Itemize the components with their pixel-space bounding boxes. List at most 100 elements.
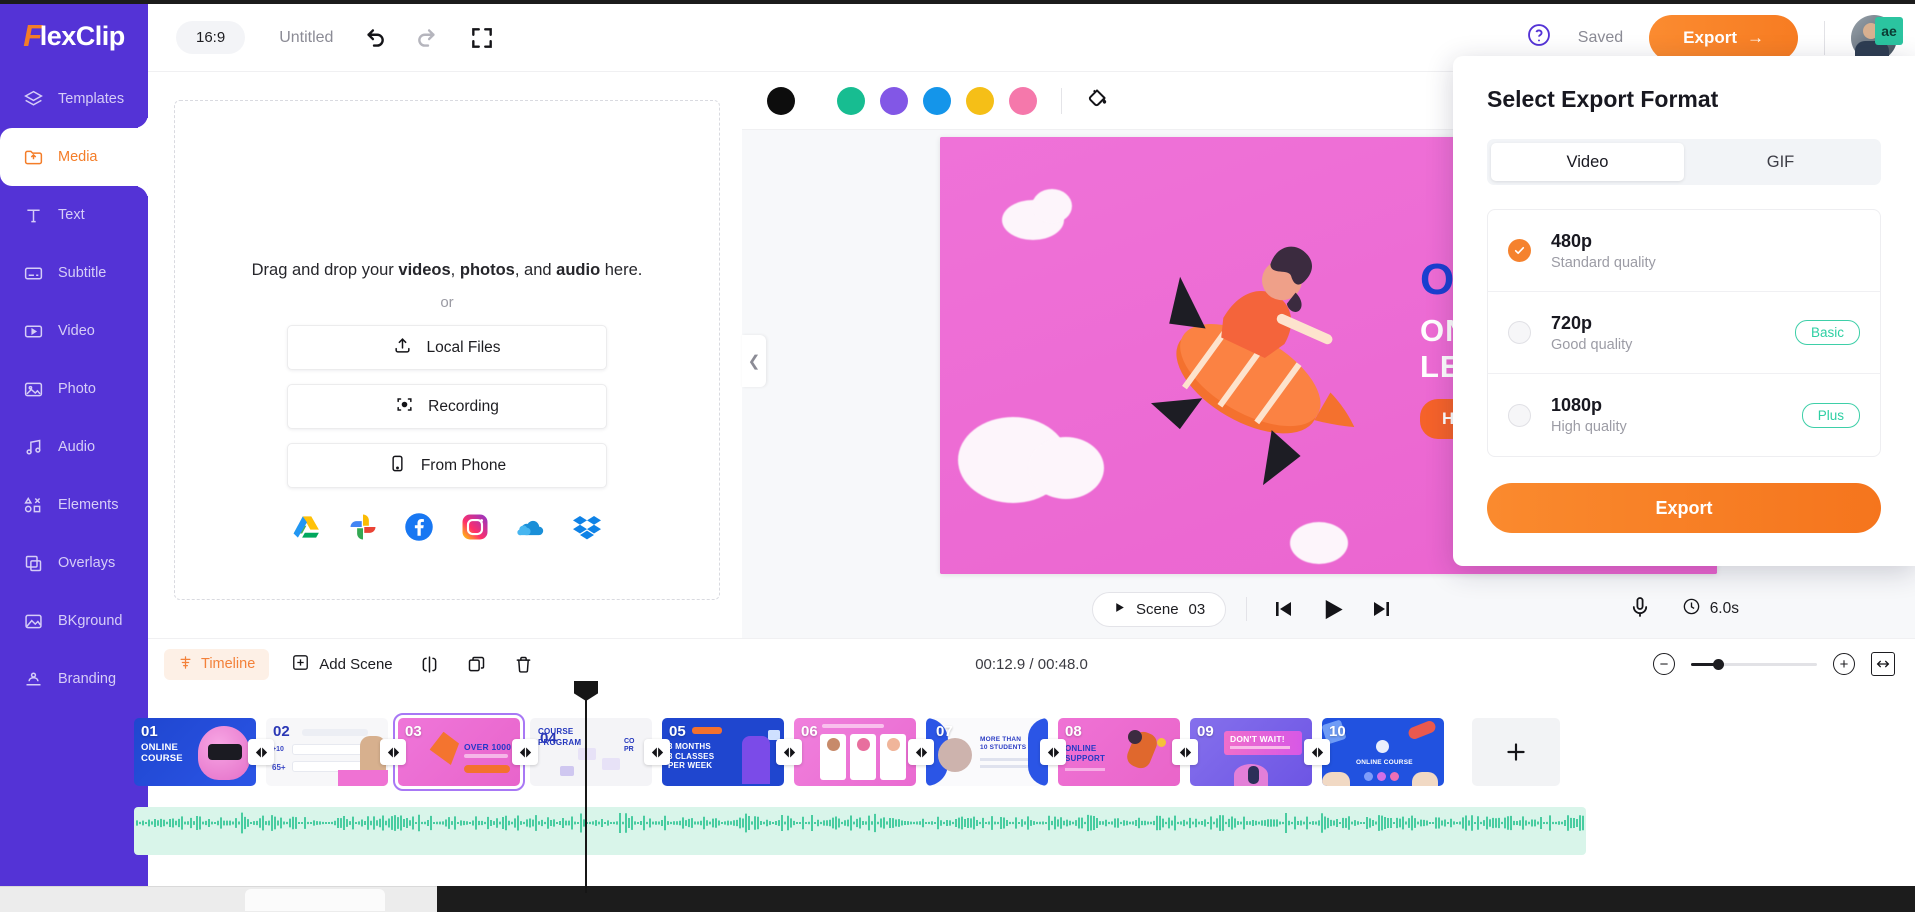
split-icon[interactable] <box>419 654 440 675</box>
zoom-slider[interactable] <box>1691 658 1817 670</box>
sidebar-item-overlays[interactable]: Overlays <box>0 534 148 592</box>
tab-gif[interactable]: GIF <box>1684 143 1877 181</box>
from-phone-button[interactable]: From Phone <box>287 443 607 488</box>
add-clip-button[interactable] <box>1472 718 1560 786</box>
scene-caption: COURSE PROGRAM <box>538 727 582 747</box>
avatar[interactable]: ae <box>1851 14 1903 65</box>
dropzone-sep-1: , <box>450 261 456 279</box>
timeline-scene-clip[interactable]: 04 COURSE PROGRAM CO PR <box>530 718 652 786</box>
fullscreen-icon[interactable] <box>469 25 495 51</box>
help-icon[interactable] <box>1526 22 1552 53</box>
redo-icon[interactable] <box>415 25 441 51</box>
option-labels: 1080p High quality <box>1551 395 1627 435</box>
undo-icon[interactable] <box>361 25 387 51</box>
scene-chip-number: 03 <box>1188 600 1206 618</box>
dropzone-videos-word: videos <box>398 261 451 279</box>
timeline-scene-clip[interactable]: 06 <box>794 718 916 786</box>
fit-width-icon[interactable] <box>1871 652 1895 676</box>
flexclip-logo[interactable]: FlexClip <box>23 18 125 54</box>
layers-icon <box>22 88 44 110</box>
transition-button[interactable] <box>908 739 934 765</box>
transition-button[interactable] <box>776 739 802 765</box>
color-swatch-black[interactable] <box>767 86 795 115</box>
play-icon[interactable] <box>1319 596 1346 623</box>
onedrive-icon[interactable] <box>516 512 546 542</box>
minus-circle-icon[interactable]: − <box>1653 653 1675 675</box>
sidebar-item-bkground[interactable]: BKground <box>0 592 148 650</box>
cloud-sources-row <box>292 512 602 542</box>
sidebar-item-subtitle[interactable]: Subtitle <box>0 244 148 302</box>
resolution-option-480p[interactable]: 480p Standard quality <box>1488 210 1880 292</box>
microphone-icon[interactable] <box>1628 595 1652 624</box>
left-sidebar: FlexClip Templates Media Text Subtitle V… <box>0 4 148 912</box>
sidebar-item-elements[interactable]: Elements <box>0 476 148 534</box>
playhead-handle[interactable] <box>574 681 598 701</box>
audio-waveform-track[interactable] <box>134 807 1586 855</box>
timeline-scene-clip[interactable]: 05 3 MONTHS 3 CLASSES PER WEEK <box>662 718 784 786</box>
color-swatch-green[interactable] <box>837 86 865 115</box>
media-dropzone[interactable]: Drag and drop your videos, photos, and a… <box>174 100 720 600</box>
dropbox-icon[interactable] <box>572 512 602 542</box>
resolution-option-720p[interactable]: 720p Good quality Basic <box>1488 292 1880 374</box>
sidebar-item-audio[interactable]: Audio <box>0 418 148 476</box>
timeline-scene-clip-selected[interactable]: 03 OVER 1000 <box>393 713 525 791</box>
timeline-scene-clip[interactable]: 09 DON'T WAIT! <box>1190 718 1312 786</box>
timeline-scene-clip[interactable]: 07 MORE THAN 10 STUDENTS <box>926 718 1048 786</box>
project-title-input[interactable]: Untitled <box>279 29 333 47</box>
google-photos-icon[interactable] <box>348 512 378 542</box>
sidebar-item-text[interactable]: Text <box>0 186 148 244</box>
sidebar-item-photo[interactable]: Photo <box>0 360 148 418</box>
taskbar-tab[interactable] <box>245 889 385 911</box>
dialog-export-button[interactable]: Export <box>1487 483 1881 533</box>
timeline-scene-clip[interactable]: 10 ONLINE COURSE <box>1322 718 1444 786</box>
sidebar-item-video[interactable]: Video <box>0 302 148 360</box>
plus-circle-icon[interactable]: + <box>1833 653 1855 675</box>
skip-next-icon[interactable] <box>1370 597 1394 621</box>
resolution-options-list: 480p Standard quality 720p Good quality … <box>1487 209 1881 457</box>
skip-previous-icon[interactable] <box>1271 597 1295 621</box>
transition-button[interactable] <box>380 739 406 765</box>
transition-button[interactable] <box>644 739 670 765</box>
timeline-scene-clip[interactable]: 01 ONLINE COURSE <box>134 718 256 786</box>
recording-button[interactable]: Recording <box>287 384 607 429</box>
color-swatch-purple[interactable] <box>880 86 908 115</box>
duplicate-icon[interactable] <box>466 654 487 675</box>
add-scene-button[interactable]: Add Scene <box>291 653 393 676</box>
timeline-scene-clip[interactable]: 02 +10 65+ <box>266 718 388 786</box>
chevron-left-icon[interactable]: ❮ <box>742 335 766 387</box>
transition-button[interactable] <box>1040 739 1066 765</box>
timeline-scene-clip[interactable]: 08 ONLINE SUPPORT <box>1058 718 1180 786</box>
color-swatch-blue[interactable] <box>923 86 951 115</box>
transition-button[interactable] <box>1304 739 1330 765</box>
radio-720p[interactable] <box>1508 321 1531 344</box>
aspect-ratio-button[interactable]: 16:9 <box>176 21 246 54</box>
sidebar-item-branding[interactable]: Branding <box>0 650 148 708</box>
ae-badge-icon: ae <box>1875 16 1903 45</box>
local-files-button[interactable]: Local Files <box>287 325 607 370</box>
trash-icon[interactable] <box>513 654 534 675</box>
color-swatch-yellow[interactable] <box>966 86 994 115</box>
radio-480p[interactable] <box>1508 239 1531 262</box>
color-swatch-pink[interactable] <box>1009 86 1037 115</box>
sidebar-item-label: Video <box>58 323 95 339</box>
sidebar-item-media[interactable]: Media <box>0 114 148 200</box>
google-drive-icon[interactable] <box>292 512 322 542</box>
scene-number: 08 <box>1065 723 1082 740</box>
sidebar-item-templates[interactable]: Templates <box>0 70 148 128</box>
resolution-option-1080p[interactable]: 1080p High quality Plus <box>1488 374 1880 456</box>
tab-timeline[interactable]: Timeline <box>164 648 270 680</box>
paint-bucket-icon[interactable] <box>1084 85 1110 116</box>
transition-button[interactable] <box>512 739 538 765</box>
tab-video[interactable]: Video <box>1491 143 1684 181</box>
instagram-icon[interactable] <box>460 512 490 542</box>
dialog-title: Select Export Format <box>1487 86 1719 112</box>
zoom-slider-knob[interactable] <box>1713 658 1724 670</box>
scene-duration[interactable]: 6.0s <box>1682 597 1739 621</box>
playhead[interactable] <box>574 681 598 893</box>
current-scene-chip[interactable]: Scene 03 <box>1092 591 1227 627</box>
facebook-icon[interactable] <box>404 512 434 542</box>
radio-1080p[interactable] <box>1508 403 1531 427</box>
transition-button[interactable] <box>248 739 274 765</box>
transition-button[interactable] <box>1172 739 1198 765</box>
export-button[interactable]: Export → <box>1649 14 1798 61</box>
